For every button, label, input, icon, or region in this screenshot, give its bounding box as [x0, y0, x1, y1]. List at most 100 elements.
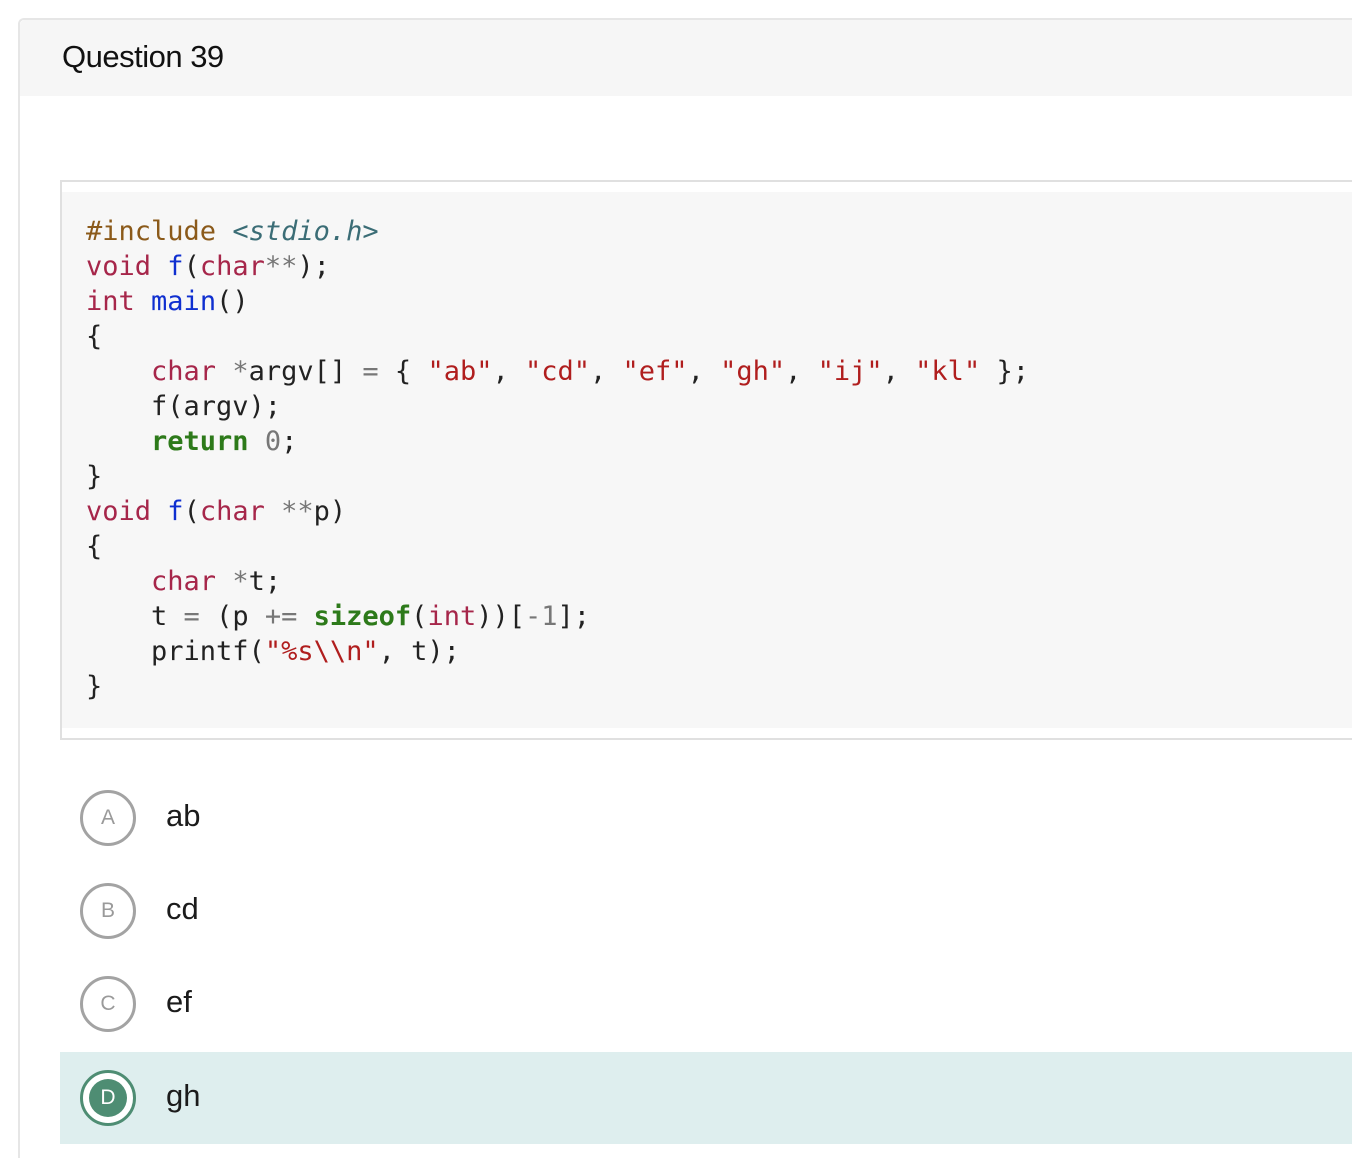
- code-token: "ij": [817, 356, 883, 387]
- code-token: );: [297, 251, 330, 282]
- code-line: }: [86, 461, 102, 492]
- code-token: 1: [541, 601, 558, 632]
- code-line: printf("%s\\n", t);: [86, 636, 460, 667]
- code-token: void: [86, 251, 152, 282]
- code-line: void f(char**);: [86, 251, 330, 282]
- option-text: cd: [166, 891, 199, 926]
- option-radio[interactable]: A: [80, 790, 136, 846]
- code-token: -: [525, 601, 542, 632]
- code-token: "cd": [524, 356, 591, 387]
- code-token: =: [362, 356, 379, 387]
- code-token: ];: [557, 601, 591, 632]
- code-token: , t);: [378, 636, 460, 667]
- code-token: (p: [199, 601, 265, 632]
- option-letter: B: [100, 899, 115, 922]
- code-token: "kl": [915, 356, 981, 387]
- code-token: printf(: [86, 636, 265, 667]
- code-token: t: [86, 601, 184, 632]
- code-token: "ab": [427, 356, 493, 387]
- option-letter: A: [100, 806, 115, 829]
- code-token: char: [199, 251, 265, 282]
- code-token: "ef": [622, 356, 688, 387]
- code-block: #include <stdio.h> void f(char**); int m…: [60, 180, 1352, 740]
- answer-option-a[interactable]: Aab: [60, 772, 1352, 864]
- answer-option-c[interactable]: Cef: [60, 958, 1352, 1050]
- option-text: ef: [166, 984, 192, 1019]
- code-token: #include: [86, 216, 233, 247]
- code-token: sizeof: [313, 601, 412, 632]
- code-token: 0: [264, 426, 282, 457]
- code-token: ;: [281, 426, 298, 457]
- code-token: *: [232, 356, 249, 387]
- code-token: (): [216, 286, 249, 317]
- code-token: int: [86, 286, 135, 317]
- code-token: ,: [785, 356, 818, 387]
- code-token: "%s\\n": [264, 636, 379, 667]
- option-letter: D: [89, 1079, 127, 1117]
- code-token: };: [980, 356, 1029, 387]
- code-token: f: [167, 496, 184, 527]
- code-token: ,: [590, 356, 623, 387]
- code-token: f: [167, 251, 184, 282]
- code-line: char *t;: [86, 566, 281, 597]
- option-text: ab: [166, 798, 201, 833]
- code-listing: #include <stdio.h> void f(char**); int m…: [86, 214, 1029, 704]
- code-token: void: [86, 496, 152, 527]
- code-line: #include <stdio.h>: [86, 216, 379, 247]
- code-token: (: [183, 251, 200, 282]
- code-token: =: [183, 601, 200, 632]
- code-token: (: [411, 601, 428, 632]
- code-token: ,: [882, 356, 916, 387]
- code-token: **: [264, 251, 298, 282]
- question-header: Question 39: [20, 20, 1352, 96]
- code-token: ,: [492, 356, 525, 387]
- code-token: }: [86, 461, 103, 492]
- option-radio[interactable]: C: [80, 976, 136, 1032]
- code-token: {: [86, 321, 103, 352]
- code-token: +=: [264, 601, 298, 632]
- code-token: *: [232, 566, 249, 597]
- code-line: char *argv[] = { "ab", "cd", "ef", "gh",…: [86, 356, 1029, 387]
- code-token: return: [151, 426, 249, 457]
- code-token: ,: [687, 356, 721, 387]
- code-token: p): [313, 496, 347, 527]
- code-token: "gh": [720, 356, 786, 387]
- option-text: gh: [166, 1078, 201, 1113]
- code-line: f(argv);: [86, 391, 281, 422]
- answer-option-d[interactable]: Dgh: [60, 1052, 1352, 1144]
- code-token: {: [378, 356, 428, 387]
- option-letter: C: [100, 992, 116, 1015]
- code-line: t = (p += sizeof(int))[-1];: [86, 601, 590, 632]
- code-token: f(argv);: [86, 391, 282, 422]
- code-token: t;: [248, 566, 282, 597]
- code-line: {: [86, 321, 102, 352]
- option-radio[interactable]: D: [80, 1070, 136, 1126]
- option-radio[interactable]: B: [80, 883, 136, 939]
- code-token: {: [86, 531, 103, 562]
- code-token: ))[: [476, 601, 525, 632]
- code-token: char: [151, 566, 217, 597]
- code-line: int main(): [86, 286, 249, 317]
- code-token: int: [427, 601, 477, 632]
- code-token: **: [281, 496, 314, 527]
- code-token: main: [151, 286, 217, 317]
- code-token: argv[]: [248, 356, 363, 387]
- code-line: {: [86, 531, 102, 562]
- code-line: return 0;: [86, 426, 297, 457]
- code-token: }: [86, 671, 103, 702]
- code-token: (: [183, 496, 200, 527]
- code-token: char: [199, 496, 265, 527]
- answer-option-b[interactable]: Bcd: [60, 865, 1352, 957]
- question-title: Question 39: [62, 39, 224, 74]
